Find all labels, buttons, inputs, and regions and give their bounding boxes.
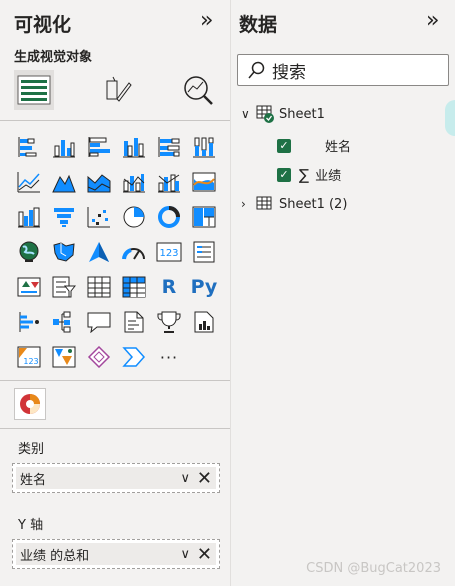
field-name: 业绩 [315, 169, 342, 184]
remove-field-icon[interactable]: ✕ [197, 544, 212, 565]
build-visual-tab[interactable] [14, 70, 54, 110]
smart-narrative-icon[interactable] [119, 307, 149, 337]
azure-map-icon[interactable] [84, 237, 114, 267]
map-icon[interactable] [14, 237, 44, 267]
line-and-stacked-column-chart-icon[interactable] [119, 167, 149, 197]
stacked-bar-chart-icon[interactable] [14, 132, 44, 162]
donut-chart-icon[interactable] [154, 202, 184, 232]
card-icon[interactable]: 123 [154, 237, 184, 267]
chevron-right-icon[interactable]: › [241, 197, 255, 211]
collapse-viz-icon[interactable]: » [200, 8, 213, 33]
diamond-visual-icon[interactable] [84, 342, 114, 372]
category-field-name: 姓名 [20, 472, 47, 488]
power-apps-icon[interactable]: 123 [14, 342, 44, 372]
r-script-visual-icon[interactable]: R [154, 272, 184, 302]
custom-visual-icon [20, 394, 40, 414]
slicer-icon[interactable] [49, 272, 79, 302]
format-visual-tab[interactable] [98, 70, 138, 110]
collapse-data-icon[interactable]: » [426, 8, 439, 33]
metrics-icon[interactable] [154, 307, 184, 337]
filled-map-icon[interactable] [49, 237, 79, 267]
100pct-stacked-column-chart-icon[interactable] [189, 132, 219, 162]
y-axis-well-label: Y 轴 [18, 518, 44, 533]
y-axis-well[interactable]: 业绩 的总和 ∨ ✕ [12, 539, 220, 569]
y-axis-field-name: 业绩 的总和 [20, 548, 90, 564]
table-icon [256, 196, 272, 210]
chevron-down-icon[interactable]: ∨ [180, 547, 190, 562]
svg-text:123: 123 [23, 357, 38, 366]
table-icon [256, 105, 274, 123]
table-name: Sheet1 (2) [279, 196, 348, 212]
funnel-icon[interactable] [49, 202, 79, 232]
field-checkbox[interactable]: ✓ [277, 167, 291, 182]
search-icon [248, 61, 265, 79]
viz-pane-title: 可视化 [14, 14, 72, 36]
remove-field-icon[interactable]: ✕ [197, 468, 212, 489]
data-pane: 数据 » 搜索 ∨ Sheet1 ✓ 姓名 ✓ ∑ 业绩 › Sheet1 (2… [231, 0, 455, 586]
ribbon-chart-icon[interactable] [189, 167, 219, 197]
python-visual-icon[interactable]: Py [189, 272, 219, 302]
search-placeholder: 搜索 [272, 62, 306, 83]
field-row-name[interactable]: ✓ 姓名 [277, 136, 351, 155]
more-visuals-icon[interactable]: ··· [154, 342, 184, 372]
watermark: CSDN @BugCat2023 [306, 561, 441, 576]
svg-text:123: 123 [159, 248, 178, 259]
data-pane-title: 数据 [239, 14, 278, 36]
side-handle[interactable] [445, 100, 455, 136]
multi-row-card-icon[interactable] [189, 237, 219, 267]
waterfall-chart-icon[interactable] [14, 202, 44, 232]
pie-chart-icon[interactable] [119, 202, 149, 232]
custom-visual-button[interactable] [14, 388, 46, 420]
100pct-stacked-bar-chart-icon[interactable] [154, 132, 184, 162]
field-checkbox[interactable]: ✓ [277, 138, 291, 153]
category-well-label: 类别 [18, 442, 45, 457]
build-visual-icon [17, 75, 51, 105]
key-influencers-icon[interactable] [14, 307, 44, 337]
clustered-column-chart-icon[interactable] [119, 132, 149, 162]
stacked-column-chart-icon[interactable] [49, 132, 79, 162]
field-row-performance[interactable]: ✓ ∑ 业绩 [277, 165, 341, 184]
analytics-icon [184, 76, 213, 105]
chevron-down-icon[interactable]: ∨ [241, 107, 255, 121]
analytics-tab[interactable] [178, 70, 218, 110]
paginated-report-icon[interactable] [189, 307, 219, 337]
scatter-chart-icon[interactable] [84, 202, 114, 232]
table-node-sheet1[interactable]: ∨ Sheet1 [241, 104, 325, 124]
kpi-icon[interactable] [14, 272, 44, 302]
stacked-area-chart-icon[interactable] [84, 167, 114, 197]
category-well[interactable]: 姓名 ∨ ✕ [12, 463, 220, 493]
table-name: Sheet1 [279, 106, 325, 122]
format-visual-icon [106, 76, 132, 102]
y-axis-field-pill[interactable]: 业绩 的总和 ∨ ✕ [16, 543, 216, 565]
line-and-clustered-column-chart-icon[interactable] [154, 167, 184, 197]
gauge-icon[interactable] [119, 237, 149, 267]
area-chart-icon[interactable] [49, 167, 79, 197]
decomposition-tree-icon[interactable] [49, 307, 79, 337]
power-automate-icon[interactable] [49, 342, 79, 372]
chevron-visual-icon[interactable] [119, 342, 149, 372]
matrix-icon[interactable] [119, 272, 149, 302]
table-node-sheet1-2[interactable]: › Sheet1 (2) [241, 194, 347, 214]
clustered-bar-chart-icon[interactable] [84, 132, 114, 162]
qa-icon[interactable] [84, 307, 114, 337]
field-name: 姓名 [325, 140, 352, 155]
sigma-icon: ∑ [299, 165, 310, 184]
build-visual-subtitle: 生成视觉对象 [14, 50, 93, 65]
line-chart-icon[interactable] [14, 167, 44, 197]
treemap-icon[interactable] [189, 202, 219, 232]
table-icon[interactable] [84, 272, 114, 302]
visualizations-pane: 可视化 » 生成视觉对象 123 R Py 123 ··· 类别 姓名 ∨ ✕ … [0, 0, 231, 586]
category-field-pill[interactable]: 姓名 ∨ ✕ [16, 467, 216, 489]
search-input[interactable]: 搜索 [237, 54, 449, 86]
chevron-down-icon[interactable]: ∨ [180, 471, 190, 486]
